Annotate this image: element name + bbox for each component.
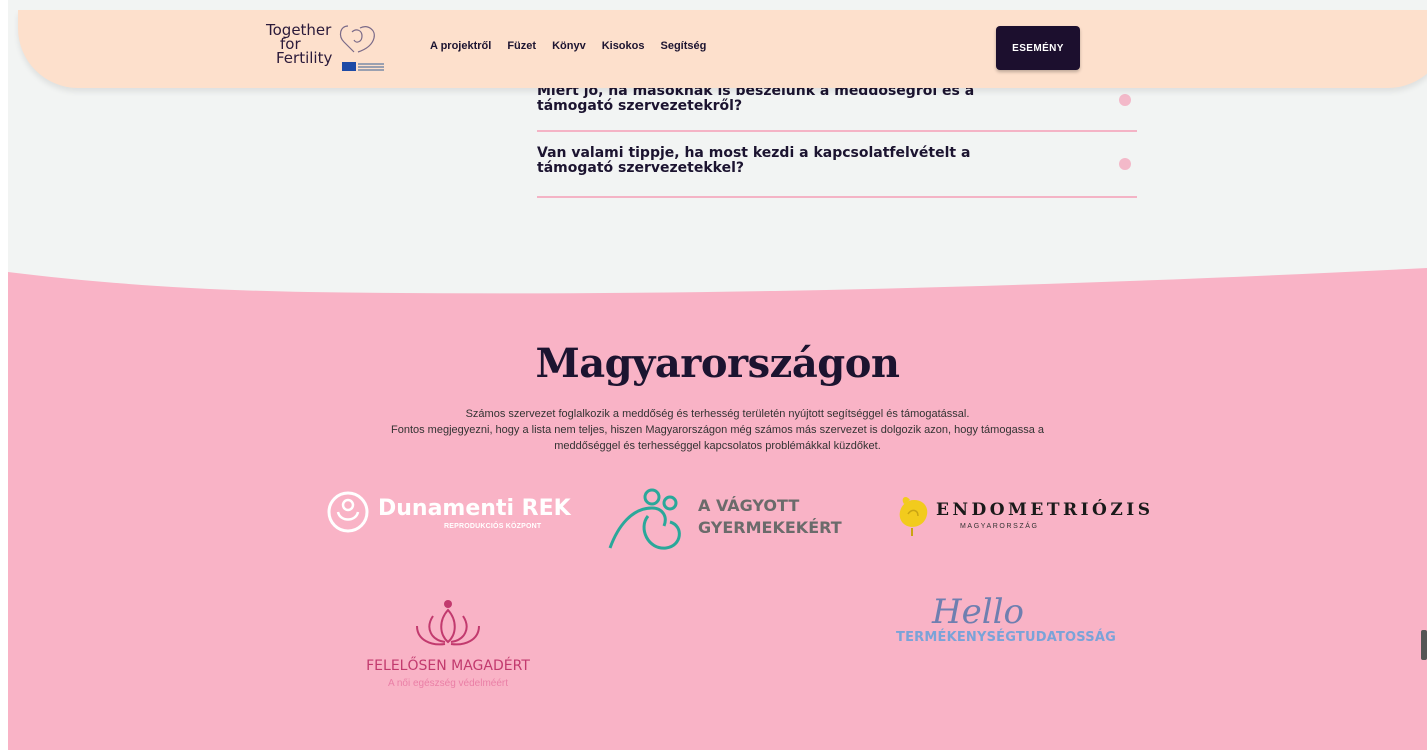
faq-divider <box>537 196 1137 198</box>
org-logo-felelosen[interactable]: FELELŐSEN MAGADÉRT A női egészség védelm… <box>358 596 538 696</box>
scrollbar-thumb[interactable] <box>1421 630 1427 660</box>
lotus-icon <box>416 600 480 646</box>
description-line: Számos szervezet foglalkozik a meddőség … <box>465 408 970 420</box>
site-logo[interactable]: Together for Fertility <box>266 18 386 80</box>
faq-question[interactable]: Van valami tippje, ha most kezdi a kapcs… <box>537 146 1037 176</box>
org-name: Dunamenti REK <box>378 496 571 521</box>
nav-link-konyv[interactable]: Könyv <box>552 40 586 52</box>
faq-divider <box>537 130 1137 132</box>
org-name-line: GYERMEKEKÉRT <box>698 518 842 537</box>
section-description: Számos szervezet foglalkozik a meddőség … <box>8 406 1427 454</box>
heart-outline-icon <box>339 25 375 53</box>
org-name: FELELŐSEN MAGADÉRT <box>366 658 530 674</box>
expand-plus-icon[interactable] <box>1119 94 1131 106</box>
org-subtitle: REPRODUKCIÓS KÖZPONT <box>444 523 542 530</box>
logo-text-line: Fertility <box>276 49 333 67</box>
org-logo-dunamenti[interactable]: Dunamenti REK REPRODUKCIÓS KÖZPONT <box>326 490 571 536</box>
faq-item[interactable]: Van valami tippje, ha most kezdi a kapcs… <box>537 146 1137 212</box>
org-logo-vagyott[interactable]: A VÁGYOTT GYERMEKEKÉRT <box>608 486 858 556</box>
vagyott-logo-icon <box>608 488 681 550</box>
faq-item[interactable]: Miért jó, ha másoknak is beszélünk a med… <box>537 84 1137 132</box>
endometriozis-flower-icon <box>899 497 928 536</box>
org-logo-hello[interactable]: Hello TERMÉKENYSÉGTUDATOSSÁG <box>896 592 1146 654</box>
org-name-line: A VÁGYOTT <box>698 496 800 515</box>
faq-question[interactable]: Miért jó, ha másoknak is beszélünk a med… <box>537 84 1037 114</box>
nav-link-fuzet[interactable]: Füzet <box>507 40 536 52</box>
nav-link-segitseg[interactable]: Segítség <box>660 40 706 52</box>
org-name-script: Hello <box>932 592 1024 632</box>
org-subtitle: A női egészség védelméért <box>387 678 509 689</box>
wave-divider <box>8 258 1427 294</box>
dunamenti-logo-icon <box>327 491 369 533</box>
org-name: ENDOMETRIÓZIS <box>936 500 1154 520</box>
faq-list: Miért jó, ha másoknak is beszélünk a med… <box>537 84 1137 212</box>
description-line: Fontos megjegyezni, hogy a lista nem tel… <box>391 424 1044 436</box>
eu-flag-icon <box>342 62 356 71</box>
main-nav: A projektről Füzet Könyv Kisokos Segítsé… <box>430 40 706 52</box>
site-header: Together for Fertility A projektről Füze… <box>18 10 1427 88</box>
org-subtitle: TERMÉKENYSÉGTUDATOSSÁG <box>896 630 1116 645</box>
description-line: meddőséggel és terhességgel kapcsolatos … <box>554 440 881 452</box>
org-logo-endometriozis[interactable]: ENDOMETRIÓZIS MAGYARORSZÁG <box>894 494 1150 540</box>
org-subtitle: MAGYARORSZÁG <box>960 523 1039 530</box>
nav-link-projekt[interactable]: A projektről <box>430 40 491 52</box>
page: Miért jó, ha másoknak is beszélünk a med… <box>8 0 1427 750</box>
event-button[interactable]: ESEMÉNY <box>996 26 1080 70</box>
expand-plus-icon[interactable] <box>1119 158 1131 170</box>
eu-funding-text-icon <box>358 63 384 65</box>
nav-link-kisokos[interactable]: Kisokos <box>602 40 645 52</box>
section-title: Magyarországon <box>535 340 900 387</box>
